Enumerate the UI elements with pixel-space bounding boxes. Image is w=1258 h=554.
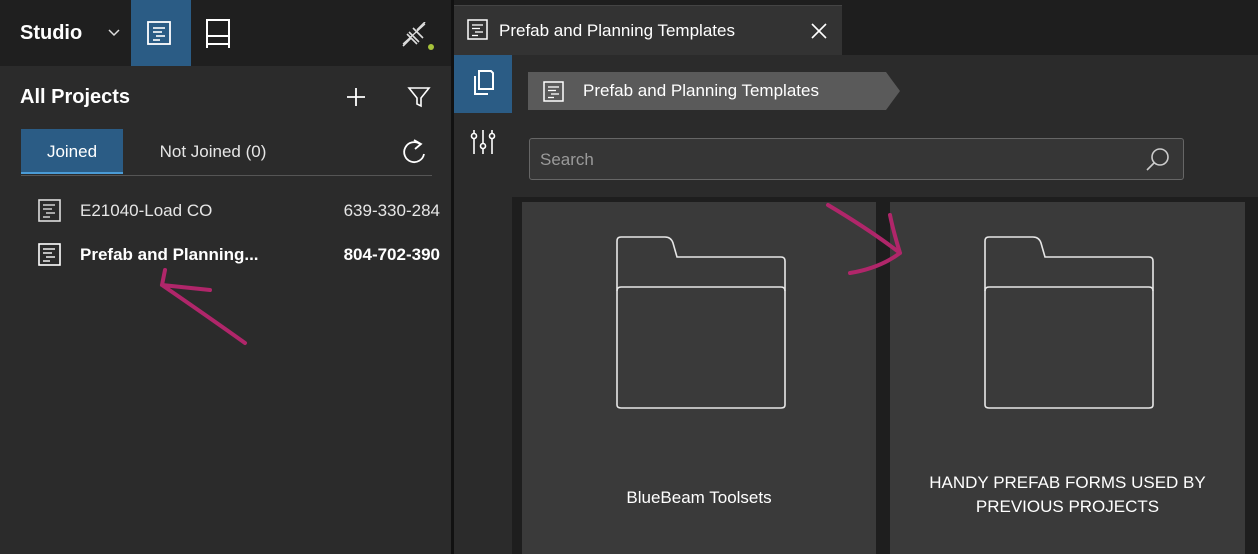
projects-icon	[147, 21, 171, 45]
main-content: Prefab and Planning Templates Search Blu…	[512, 55, 1258, 554]
documents-icon	[474, 70, 494, 95]
tab-label: Prefab and Planning Templates	[499, 21, 735, 40]
folder-label-line-1: HANDY PREFAB FORMS USED BY	[929, 473, 1206, 492]
project-icon	[38, 243, 61, 266]
tab-joined[interactable]: Joined	[21, 129, 123, 174]
project-icon	[38, 199, 61, 222]
studio-panel: Studio All Projects Joined Not Joined (0…	[0, 0, 451, 554]
folder-icon	[616, 236, 786, 409]
folder-grid: BlueBeam Toolsets HANDY PREFAB FORMS USE…	[512, 197, 1258, 554]
project-icon	[467, 19, 488, 40]
project-row[interactable]: E21040-Load CO 639-330-284	[20, 195, 445, 227]
chevron-down-icon[interactable]	[108, 27, 120, 39]
search-input[interactable]: Search	[529, 138, 1184, 180]
refresh-icon[interactable]	[400, 138, 428, 168]
search-icon[interactable]	[1145, 147, 1171, 173]
folder-card[interactable]: HANDY PREFAB FORMS USED BY PREVIOUS PROJ…	[890, 202, 1245, 554]
document-tab-bar: Prefab and Planning Templates	[454, 0, 1258, 55]
sessions-icon[interactable]	[201, 16, 237, 50]
close-icon[interactable]	[810, 22, 828, 40]
add-project-button[interactable]	[343, 84, 369, 110]
breadcrumb[interactable]: Prefab and Planning Templates	[528, 72, 900, 110]
folder-card[interactable]: BlueBeam Toolsets	[522, 202, 876, 554]
project-id: 804-702-390	[343, 245, 440, 264]
tab-prefab-templates[interactable]: Prefab and Planning Templates	[454, 5, 842, 55]
folder-icon	[984, 236, 1154, 409]
project-name: E21040-Load CO	[80, 201, 213, 220]
studio-title[interactable]: Studio	[20, 22, 82, 45]
tab-not-joined[interactable]: Not Joined (0)	[123, 129, 303, 174]
filter-icon[interactable]	[406, 84, 432, 110]
connection-status-dot	[428, 44, 434, 50]
tabs-divider	[21, 175, 432, 176]
search-placeholder: Search	[540, 150, 594, 169]
projects-tab-button[interactable]	[131, 0, 191, 66]
sliders-icon[interactable]	[469, 128, 497, 156]
project-icon	[543, 81, 564, 102]
side-icon-rail	[454, 55, 512, 554]
documents-tab-button[interactable]	[454, 55, 512, 113]
disconnected-plug-icon[interactable]	[399, 22, 429, 48]
breadcrumb-label: Prefab and Planning Templates	[583, 81, 819, 100]
folder-label: BlueBeam Toolsets	[626, 488, 772, 507]
all-projects-title: All Projects	[20, 86, 131, 108]
project-name: Prefab and Planning...	[80, 245, 259, 264]
project-row-selected[interactable]: Prefab and Planning... 804-702-390	[20, 239, 445, 271]
studio-header: Studio	[0, 0, 451, 66]
project-id: 639-330-284	[343, 201, 440, 220]
folder-label-line-2: PREVIOUS PROJECTS	[975, 497, 1160, 516]
